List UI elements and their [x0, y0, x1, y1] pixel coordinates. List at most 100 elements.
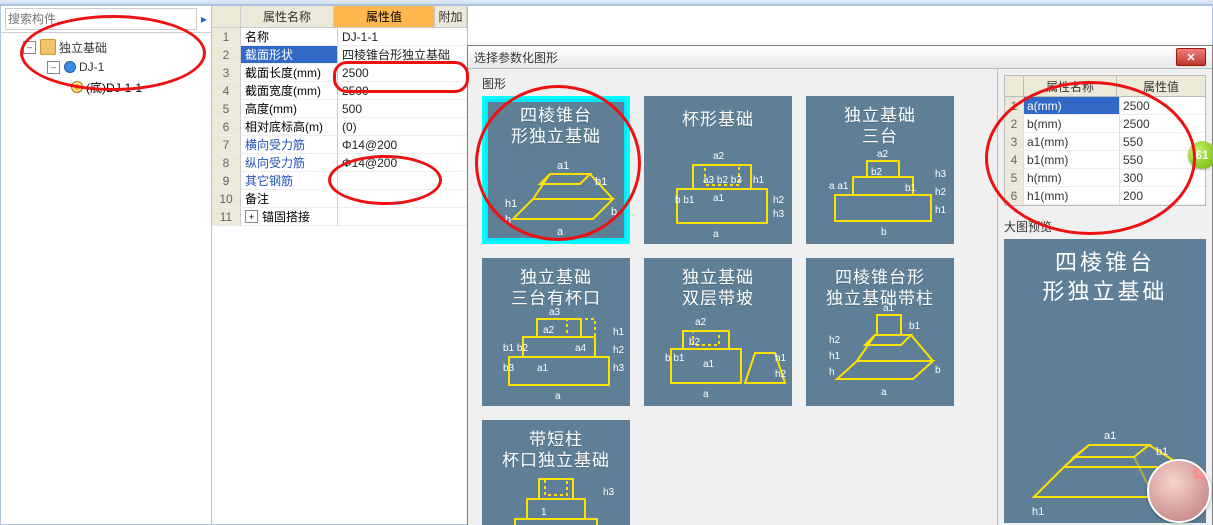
row-number: 4: [1005, 151, 1024, 169]
shape-thumb[interactable]: a2b b1a3 b2 b3h1h2h3a1a杯形基础: [644, 96, 792, 244]
svg-text:a2: a2: [713, 151, 725, 162]
svg-text:h3: h3: [603, 487, 615, 498]
svg-text:1: 1: [541, 507, 547, 518]
tree-root[interactable]: – 独立基础: [3, 37, 209, 57]
prop-value[interactable]: 四棱锥台形独立基础: [338, 46, 467, 64]
svg-text:b: b: [935, 365, 941, 376]
svg-text:a1: a1: [557, 160, 569, 172]
row-number: 2: [1005, 115, 1024, 133]
property-row[interactable]: 8纵向受力筋Φ14@200: [212, 154, 467, 172]
expand-icon[interactable]: +: [245, 210, 258, 223]
shape-thumb[interactable]: h3x2 y21带短柱杯口独立基础: [482, 420, 630, 525]
svg-text:h3: h3: [613, 363, 625, 374]
svg-text:h2: h2: [775, 369, 787, 380]
svg-text:b: b: [611, 206, 617, 218]
row-number: 2: [212, 46, 241, 64]
dialog-side-panel: 属性名称 属性值 1a(mm)25002b(mm)25003a1(mm)5504…: [997, 69, 1212, 525]
prop-value[interactable]: DJ-1-1: [338, 28, 467, 46]
svg-text:b2: b2: [871, 167, 883, 178]
svg-text:b: b: [881, 227, 887, 238]
prop-value[interactable]: 2500: [338, 82, 467, 100]
shape-thumb[interactable]: a1b1h1hba四棱锥台形独立基础: [482, 96, 630, 244]
row-number: 3: [212, 64, 241, 82]
property-panel: 属性名称 属性值 附加 1名称DJ-1-12截面形状四棱锥台形独立基础3截面长度…: [212, 5, 468, 525]
shape-thumb[interactable]: a3a2b1 b2b3a4h1h2h3aa1独立基础三台有杯口: [482, 258, 630, 406]
tree-toggle-icon[interactable]: –: [47, 61, 60, 74]
dialog-titlebar[interactable]: 选择参数化图形 ✕: [468, 46, 1212, 69]
row-number: 4: [212, 82, 241, 100]
prop-value[interactable]: 2500: [338, 64, 467, 82]
side-grid-row[interactable]: 3a1(mm)550: [1005, 133, 1205, 151]
param-value[interactable]: 2500: [1120, 115, 1205, 133]
side-grid-row[interactable]: 6h1(mm)200: [1005, 187, 1205, 205]
side-grid-row[interactable]: 4b1(mm)550: [1005, 151, 1205, 169]
prop-name: 名称: [241, 28, 338, 46]
prop-name: 纵向受力筋: [241, 154, 338, 172]
tree-toggle-icon[interactable]: –: [23, 41, 36, 54]
svg-text:h2: h2: [613, 345, 625, 356]
param-value[interactable]: 300: [1120, 169, 1205, 187]
search-submit-icon[interactable]: ▸: [201, 12, 207, 26]
row-number: 5: [1005, 169, 1024, 187]
svg-text:a1: a1: [883, 303, 895, 314]
shape-thumb[interactable]: a2a a1b2b1h3h2h1b独立基础三台: [806, 96, 954, 244]
property-body: 1名称DJ-1-12截面形状四棱锥台形独立基础3截面长度(mm)25004截面宽…: [212, 28, 467, 524]
prop-value[interactable]: Φ14@200: [338, 136, 467, 154]
tree-panel: ▸ – 独立基础 – DJ-1 (底)DJ-1-1: [0, 5, 212, 525]
svg-text:a1: a1: [537, 363, 549, 374]
property-row[interactable]: 2截面形状四棱锥台形独立基础: [212, 46, 467, 64]
prop-name: 其它钢筋: [241, 172, 338, 190]
param-value[interactable]: 200: [1120, 187, 1205, 205]
property-row[interactable]: 1名称DJ-1-1: [212, 28, 467, 46]
row-number: 7: [212, 136, 241, 154]
search-input[interactable]: [5, 8, 197, 30]
property-row[interactable]: 5高度(mm)500: [212, 100, 467, 118]
row-number: 9: [212, 172, 241, 190]
side-grid-row[interactable]: 5h(mm)300: [1005, 169, 1205, 187]
svg-text:b b1: b b1: [665, 353, 685, 364]
svg-text:h: h: [505, 214, 511, 226]
param-name: a(mm): [1024, 97, 1120, 115]
preview-label: 大图预览: [1004, 218, 1206, 235]
svg-text:a4: a4: [575, 343, 587, 354]
svg-text:h1: h1: [935, 205, 947, 216]
property-row[interactable]: 7横向受力筋Φ14@200: [212, 136, 467, 154]
shape-picker-dialog: 选择参数化图形 ✕ 图形 a1b1h1hba四棱锥台形独立基础a2b b1a3 …: [467, 45, 1213, 525]
prop-value[interactable]: Φ14@200: [338, 154, 467, 172]
property-row[interactable]: 3截面长度(mm)2500: [212, 64, 467, 82]
property-row[interactable]: 9其它钢筋: [212, 172, 467, 190]
row-number: 5: [212, 100, 241, 118]
svg-text:a1: a1: [703, 359, 715, 370]
property-row[interactable]: 11+锚固搭接: [212, 208, 467, 226]
badge-counter[interactable]: 61: [1188, 141, 1213, 169]
side-grid-row[interactable]: 2b(mm)2500: [1005, 115, 1205, 133]
avatar-icon[interactable]: [1147, 459, 1211, 523]
param-value[interactable]: 2500: [1120, 97, 1205, 115]
property-row[interactable]: 4截面宽度(mm)2500: [212, 82, 467, 100]
prop-value[interactable]: [338, 172, 467, 190]
property-row[interactable]: 10备注: [212, 190, 467, 208]
side-grid-row[interactable]: 1a(mm)2500: [1005, 97, 1205, 115]
prop-name: 高度(mm): [241, 100, 338, 118]
tree-leaf-dj11[interactable]: (底)DJ-1-1: [3, 77, 209, 97]
property-header: 属性名称 属性值 附加: [212, 6, 467, 28]
row-number: 3: [1005, 133, 1024, 151]
preview-title: 四棱锥台形独立基础: [1004, 239, 1206, 306]
shape-thumb[interactable]: a2b b1b2a1ah1h2独立基础双层带坡: [644, 258, 792, 406]
dialog-close-button[interactable]: ✕: [1176, 48, 1206, 66]
svg-text:a3 b2 b3: a3 b2 b3: [703, 175, 742, 186]
shape-section-label: 图形: [482, 75, 987, 92]
prop-name: 相对底标高(m): [241, 118, 338, 136]
tree-node-dj1[interactable]: – DJ-1: [3, 57, 209, 77]
prop-value[interactable]: [338, 208, 467, 226]
shape-thumb[interactable]: a1b1h2h1hba四棱锥台形独立基础带柱: [806, 258, 954, 406]
tree-leaf-label: (底)DJ-1-1: [86, 79, 142, 96]
param-name: b(mm): [1024, 115, 1120, 133]
prop-value[interactable]: (0): [338, 118, 467, 136]
property-row[interactable]: 6相对底标高(m)(0): [212, 118, 467, 136]
svg-text:h3: h3: [773, 209, 785, 220]
prop-value[interactable]: [338, 190, 467, 208]
svg-text:a2: a2: [877, 149, 889, 160]
prop-value[interactable]: 500: [338, 100, 467, 118]
svg-text:h1: h1: [613, 327, 625, 338]
